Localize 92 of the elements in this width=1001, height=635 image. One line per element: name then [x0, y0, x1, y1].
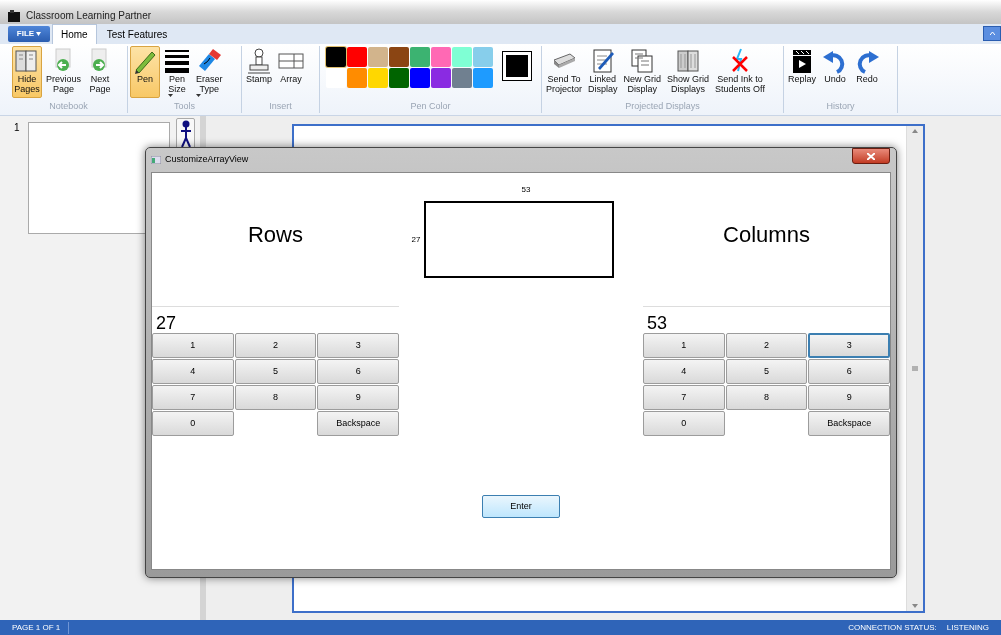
group-label: Pen Color: [409, 100, 452, 113]
ribbon-button[interactable]: New Grid Display: [621, 46, 664, 98]
close-button[interactable]: [852, 148, 890, 164]
window-icon: [151, 156, 161, 164]
window-title: Classroom Learning Partner: [26, 10, 152, 22]
group-label: Notebook: [48, 100, 89, 113]
keypad-key[interactable]: 3: [808, 333, 890, 358]
keypad-key[interactable]: 4: [643, 359, 725, 384]
close-icon: [867, 152, 875, 160]
connection-status-value: LISTENING: [946, 621, 989, 634]
color-swatch[interactable]: [326, 68, 346, 88]
color-swatch[interactable]: [473, 47, 493, 67]
ribbon-button[interactable]: Eraser Type: [194, 46, 225, 98]
ribbon-tab[interactable]: Home: [52, 24, 97, 44]
ribbon-button[interactable]: Show Grid Displays: [665, 46, 712, 98]
enter-button[interactable]: Enter: [482, 495, 560, 518]
color-swatch[interactable]: [473, 68, 493, 88]
keypad-key[interactable]: 6: [317, 359, 399, 384]
dialog-title: CustomizeArrayView: [165, 153, 249, 167]
caret-up-icon: [989, 32, 995, 35]
color-swatch[interactable]: [368, 68, 388, 88]
ribbon-button[interactable]: Previous Page: [44, 46, 83, 98]
book-icon: [675, 48, 702, 74]
color-swatch[interactable]: [368, 47, 388, 67]
keypad-key[interactable]: Backspace: [808, 411, 890, 436]
keypad-key[interactable]: 4: [152, 359, 234, 384]
color-swatch[interactable]: [347, 68, 367, 88]
color-swatch[interactable]: [389, 68, 409, 88]
page-indicator: PAGE 1 OF 1: [12, 621, 70, 634]
color-swatch[interactable]: [347, 47, 367, 67]
ribbon-button[interactable]: Pen: [130, 46, 160, 98]
connection-status-label: CONNECTION STATUS:: [848, 621, 937, 634]
color-swatch[interactable]: [410, 68, 430, 88]
axis-label: Columns: [723, 221, 810, 249]
book-icon: [14, 48, 40, 74]
app-logo-icon: [8, 10, 20, 22]
keypad-key[interactable]: 2: [234, 333, 317, 358]
ribbon-button[interactable]: Hide Pages: [12, 46, 42, 98]
ribbon-button[interactable]: Stamp: [244, 46, 274, 98]
keypad-key[interactable]: 9: [317, 385, 399, 410]
color-swatch[interactable]: [389, 47, 409, 67]
ribbon-button[interactable]: Pen Size: [162, 46, 192, 98]
scrollbar[interactable]: [906, 126, 923, 611]
keypad-key[interactable]: 0: [643, 411, 725, 436]
scroll-up-icon: [912, 129, 918, 133]
keypad-key[interactable]: Backspace: [317, 411, 399, 436]
keypad-key[interactable]: 8: [234, 385, 317, 410]
stamp-icon: [246, 48, 272, 74]
keypad-key[interactable]: 3: [317, 333, 399, 358]
ribbon-button[interactable]: Send Ink to Students Off: [713, 46, 767, 98]
ribbon-button[interactable]: Undo: [820, 46, 850, 98]
group-label: History: [825, 100, 856, 113]
ribbon-button[interactable]: Replay: [786, 46, 818, 98]
page-number: 1: [14, 122, 20, 134]
keypad-key[interactable]: 1: [152, 333, 234, 358]
color-swatch[interactable]: [431, 47, 451, 67]
eraser-icon: [196, 48, 223, 74]
keypad-key[interactable]: 7: [152, 385, 234, 410]
keypad-key[interactable]: 5: [725, 359, 808, 384]
rows-count: 27: [411, 233, 421, 246]
columns-count: 53: [520, 185, 531, 195]
keypad-key[interactable]: 7: [643, 385, 725, 410]
stick-figure-icon: [178, 119, 193, 149]
caret-down-icon: [36, 32, 42, 36]
axis-label: Rows: [248, 221, 303, 249]
keypad-key[interactable]: 1: [643, 333, 725, 358]
collapse-ribbon-button[interactable]: [983, 26, 1001, 41]
color-swatch[interactable]: [452, 47, 472, 67]
ribbon-button[interactable]: Linked Display: [586, 46, 620, 98]
grip-icon: [912, 366, 918, 371]
color-swatch[interactable]: [410, 47, 430, 67]
keypad-key[interactable]: 2: [725, 333, 808, 358]
keypad-key[interactable]: 9: [808, 385, 890, 410]
ribbon-button[interactable]: Next Page: [85, 46, 115, 98]
group-label: Projected Displays: [624, 100, 701, 113]
color-swatch[interactable]: [452, 68, 472, 88]
line-weights-icon: [164, 48, 190, 74]
keypad-key[interactable]: 5: [234, 359, 317, 384]
keypad-key[interactable]: 8: [725, 385, 808, 410]
ribbon-button[interactable]: Redo: [852, 46, 882, 98]
color-swatch[interactable]: [326, 47, 346, 67]
scroll-down-icon: [912, 604, 918, 608]
group-label: Tools: [173, 100, 196, 113]
ribbon-button[interactable]: Array: [276, 46, 306, 98]
ribbon-button[interactable]: Send To Projector: [544, 46, 584, 98]
file-menu-button[interactable]: FILE: [8, 26, 50, 42]
group-label: Insert: [268, 100, 293, 113]
keypad-key[interactable]: 6: [808, 359, 890, 384]
ribbon-tab[interactable]: Test Features: [98, 24, 176, 44]
keypad-key[interactable]: 0: [152, 411, 234, 436]
color-swatch[interactable]: [431, 68, 451, 88]
documents-icon: [629, 48, 656, 74]
